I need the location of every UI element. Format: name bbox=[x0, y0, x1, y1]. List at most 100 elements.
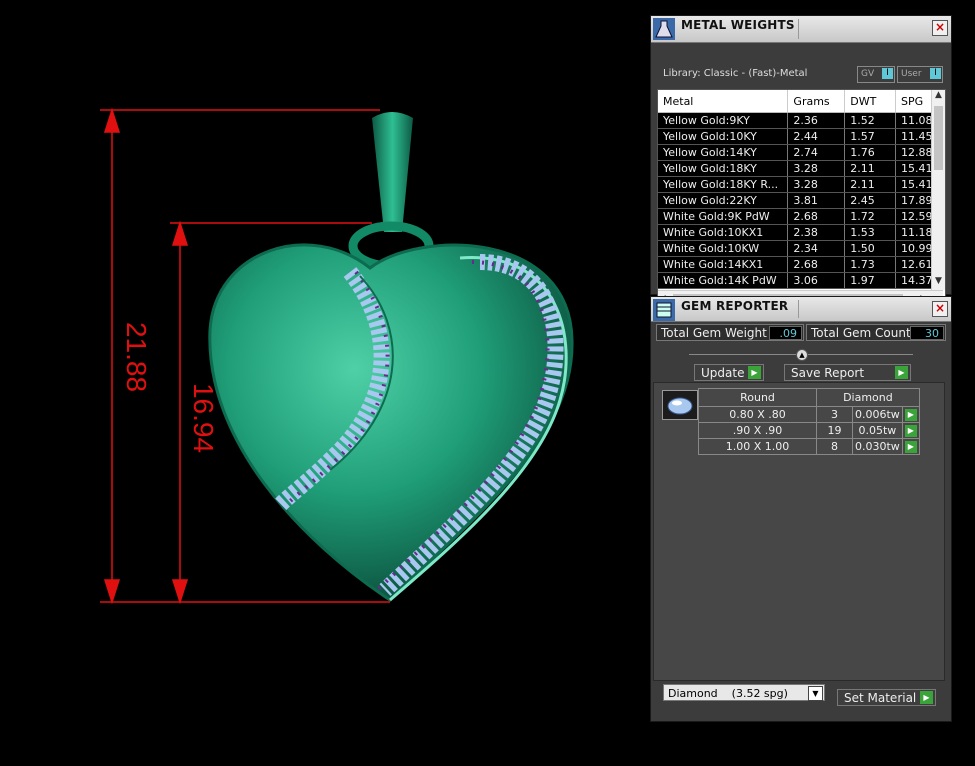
scroll-up-icon[interactable]: ▲ bbox=[932, 90, 945, 104]
close-icon[interactable]: × bbox=[932, 301, 948, 317]
table-cell: White Gold:10KW bbox=[658, 240, 789, 257]
material-select[interactable]: Diamond (3.52 spg) ▼ bbox=[663, 684, 825, 701]
table-row[interactable]: White Gold:10KX1 2.38 1.53 11.18 bbox=[658, 224, 943, 241]
table-row[interactable]: White Gold:10KW 2.34 1.50 10.99 bbox=[658, 240, 943, 257]
table-row[interactable]: Yellow Gold:22KY 3.81 2.45 17.89 bbox=[658, 192, 943, 209]
library-label: Library: Classic - (Fast)-Metal bbox=[663, 68, 808, 79]
update-button[interactable]: Update ▶ bbox=[694, 364, 764, 381]
scroll-thumb[interactable] bbox=[934, 106, 943, 170]
gem-table: Round Diamond 0.80 X .80 3 0.006tw ▶ .90 X .… bbox=[698, 388, 920, 455]
gem-row[interactable]: 1.00 X 1.00 8 0.030tw ▶ bbox=[698, 438, 920, 455]
table-cell: 2.45 bbox=[844, 192, 897, 209]
scroll-down-icon[interactable]: ▼ bbox=[932, 276, 945, 290]
splitter-handle-icon[interactable]: ▲ bbox=[796, 349, 808, 361]
material-header: Diamond bbox=[816, 388, 920, 407]
table-row[interactable]: Yellow Gold:18KY 3.28 2.11 15.41 bbox=[658, 160, 943, 177]
inner-dimension: 16.94 bbox=[188, 383, 219, 453]
table-row[interactable]: Yellow Gold:10KY 2.44 1.57 11.45 bbox=[658, 128, 943, 145]
gem-row-button[interactable]: ▶ bbox=[901, 422, 920, 439]
column-header[interactable]: DWT bbox=[844, 90, 897, 113]
save-report-button[interactable]: Save Report ▶ bbox=[784, 364, 911, 381]
gem-cell: 0.030tw bbox=[852, 438, 903, 455]
play-icon: ▶ bbox=[904, 441, 917, 453]
table-cell: White Gold:10KX1 bbox=[658, 224, 789, 241]
gem-row-button[interactable]: ▶ bbox=[901, 438, 920, 455]
table-cell: 2.38 bbox=[787, 224, 846, 241]
table-row[interactable]: White Gold:14KX1 2.68 1.73 12.61 bbox=[658, 256, 943, 273]
play-icon: ▶ bbox=[904, 409, 917, 421]
table-row[interactable]: White Gold:14K PdW 3.06 1.97 14.37 bbox=[658, 272, 943, 289]
table-cell: 3.81 bbox=[787, 192, 846, 209]
table-cell: White Gold:9K PdW bbox=[658, 208, 789, 225]
table-cell: 2.36 bbox=[787, 112, 846, 129]
vertical-scrollbar[interactable]: ▲ ▼ bbox=[931, 90, 945, 290]
metal-weights-title: METAL WEIGHTS bbox=[681, 18, 795, 32]
table-cell: 2.68 bbox=[787, 256, 846, 273]
table-cell: 1.73 bbox=[844, 256, 897, 273]
3d-viewport[interactable]: 21.88 16.94 bbox=[0, 0, 650, 762]
table-row[interactable]: Yellow Gold:9KY 2.36 1.52 11.08 bbox=[658, 112, 943, 129]
title-divider bbox=[798, 19, 799, 39]
column-header[interactable]: Metal bbox=[658, 90, 789, 113]
table-cell: 1.72 bbox=[844, 208, 897, 225]
table-cell: White Gold:14K PdW bbox=[658, 272, 789, 289]
gem-list-area: Round Diamond 0.80 X .80 3 0.006tw ▶ .90 X .… bbox=[653, 382, 945, 681]
table-cell: 3.06 bbox=[787, 272, 846, 289]
gem-cell: 3 bbox=[816, 406, 853, 423]
user-toggle[interactable]: User I bbox=[897, 66, 943, 83]
play-icon: ▶ bbox=[748, 366, 761, 379]
gem-row[interactable]: 0.80 X .80 3 0.006tw ▶ bbox=[698, 406, 920, 423]
gv-toggle-label: GV bbox=[861, 69, 875, 79]
table-cell: 2.74 bbox=[787, 144, 846, 161]
table-cell: Yellow Gold:22KY bbox=[658, 192, 789, 209]
column-header[interactable]: Grams bbox=[787, 90, 846, 113]
table-cell: 2.44 bbox=[787, 128, 846, 145]
shape-header: Round bbox=[698, 388, 817, 407]
table-cell: 1.76 bbox=[844, 144, 897, 161]
user-toggle-knob: I bbox=[930, 68, 941, 79]
flask-icon bbox=[653, 18, 675, 40]
pendant-render: 21.88 16.94 bbox=[100, 107, 574, 605]
update-label: Update bbox=[701, 366, 745, 380]
overall-dimension: 21.88 bbox=[121, 322, 152, 392]
play-icon: ▶ bbox=[895, 366, 908, 379]
gem-icon bbox=[653, 299, 675, 321]
table-cell: Yellow Gold:10KY bbox=[658, 128, 789, 145]
round-diamond-icon[interactable] bbox=[662, 390, 698, 420]
total-gem-weight-value: .09 bbox=[769, 326, 802, 340]
metal-weights-table: Metal Grams DWT SPG Yellow Gold:9KY 2.36 1.52… bbox=[657, 89, 946, 306]
gem-reporter-titlebar[interactable]: GEM REPORTER × bbox=[651, 297, 951, 322]
table-row[interactable]: Yellow Gold:14KY 2.74 1.76 12.88 bbox=[658, 144, 943, 161]
table-cell: White Gold:14KX1 bbox=[658, 256, 789, 273]
metal-weights-titlebar[interactable]: METAL WEIGHTS × bbox=[651, 16, 951, 43]
gv-toggle[interactable]: GV I bbox=[857, 66, 895, 83]
title-divider bbox=[798, 300, 799, 318]
gem-row-button[interactable]: ▶ bbox=[901, 406, 920, 423]
table-cell: 1.52 bbox=[844, 112, 897, 129]
gem-cell: 0.006tw bbox=[852, 406, 903, 423]
gem-row[interactable]: .90 X .90 19 0.05tw ▶ bbox=[698, 422, 920, 439]
user-toggle-label: User bbox=[901, 69, 922, 79]
gem-cell: 0.05tw bbox=[852, 422, 903, 439]
table-cell: Yellow Gold:14KY bbox=[658, 144, 789, 161]
table-row[interactable]: White Gold:9K PdW 2.68 1.72 12.59 bbox=[658, 208, 943, 225]
play-icon: ▶ bbox=[920, 691, 933, 704]
table-cell: 3.28 bbox=[787, 160, 846, 177]
material-select-value: Diamond (3.52 spg) bbox=[668, 687, 788, 700]
table-cell: 2.11 bbox=[844, 176, 897, 193]
set-material-button[interactable]: Set Material ▶ bbox=[837, 689, 936, 706]
table-cell: 1.53 bbox=[844, 224, 897, 241]
close-icon[interactable]: × bbox=[932, 20, 948, 36]
table-cell: 2.68 bbox=[787, 208, 846, 225]
table-cell: Yellow Gold:18KY R... bbox=[658, 176, 789, 193]
table-cell: 3.28 bbox=[787, 176, 846, 193]
table-row[interactable]: Yellow Gold:18KY R... 3.28 2.11 15.41 bbox=[658, 176, 943, 193]
gem-cell: .90 X .90 bbox=[698, 422, 817, 439]
save-report-label: Save Report bbox=[791, 366, 865, 380]
table-cell: 2.11 bbox=[844, 160, 897, 177]
gem-cell: 0.80 X .80 bbox=[698, 406, 817, 423]
chevron-down-icon[interactable]: ▼ bbox=[808, 686, 823, 701]
gem-cell: 19 bbox=[816, 422, 853, 439]
gem-reporter-panel: GEM REPORTER × Total Gem Weight .09 Tota… bbox=[650, 296, 952, 722]
metal-weights-panel: METAL WEIGHTS × Library: Classic - (Fast… bbox=[650, 15, 952, 306]
